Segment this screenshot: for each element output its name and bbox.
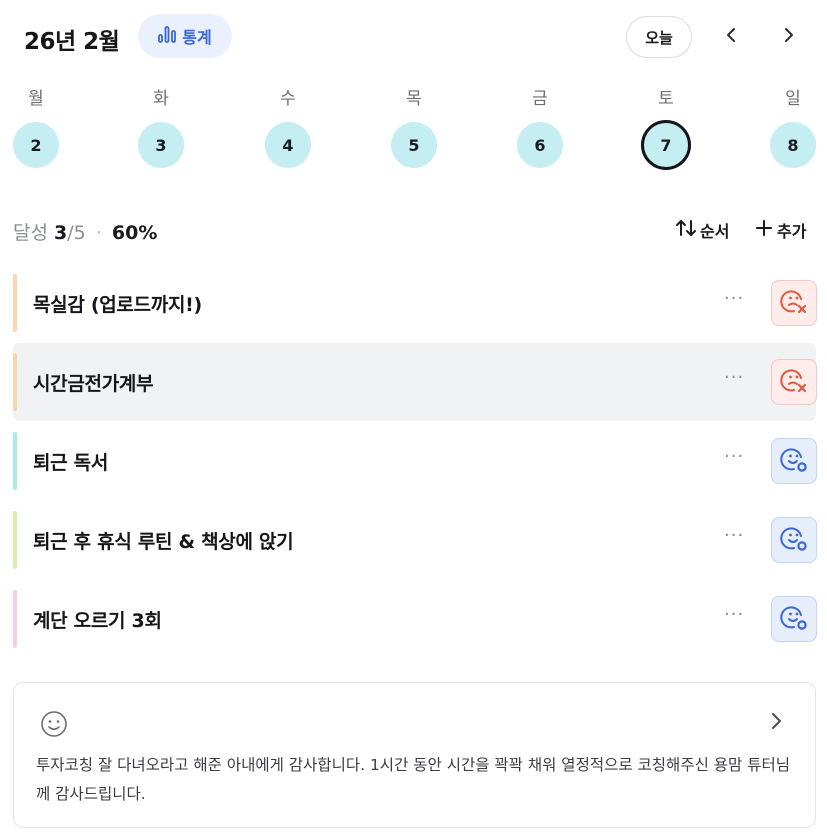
day-cell[interactable]: 6 (517, 122, 563, 168)
stats-button[interactable]: 통계 (138, 14, 232, 58)
sort-arrows-icon (675, 218, 697, 242)
smile-icon (40, 710, 68, 742)
habit-name: 퇴근 독서 (33, 452, 109, 474)
day-cell[interactable]: 4 (265, 122, 311, 168)
summary-label: 달성 (13, 222, 48, 244)
summary-separator: · (95, 222, 102, 244)
calendar-header: 26년 2월 통계 오늘 (0, 0, 827, 76)
more-icon[interactable]: ··· (724, 446, 744, 467)
sad-face-x-icon (779, 286, 809, 320)
more-icon[interactable]: ··· (724, 367, 744, 388)
habit-accent-bar (13, 590, 17, 648)
month-title: 26년 2월 (24, 29, 120, 55)
habit-accent-bar (13, 274, 17, 332)
habit-name: 시간금전가계부 (33, 373, 154, 395)
stats-button-label: 통계 (182, 28, 212, 47)
status-fail-button[interactable] (771, 280, 817, 326)
smile-face-check-icon (779, 523, 809, 557)
gratitude-text: 투자코칭 잘 다녀오라고 해준 아내에게 감사합니다. 1시간 동안 시간을 꽉… (36, 756, 790, 803)
bar-chart-icon (158, 25, 177, 47)
chevron-left-icon (724, 26, 738, 48)
habit-accent-bar (13, 353, 17, 411)
plus-icon (755, 219, 773, 241)
habit-accent-bar (13, 432, 17, 490)
more-icon[interactable]: ··· (724, 288, 744, 309)
next-week-button[interactable] (776, 24, 802, 50)
order-button-label: 순서 (700, 222, 730, 241)
habit-item[interactable]: 시간금전가계부 ··· (13, 343, 817, 421)
add-button-label: 추가 (777, 222, 807, 241)
smile-face-check-icon (779, 602, 809, 636)
habit-name: 계단 오르기 3회 (33, 610, 162, 632)
habit-accent-bar (13, 511, 17, 569)
status-ok-button[interactable] (771, 438, 817, 484)
habit-name: 퇴근 후 휴식 루틴 & 책상에 앉기 (33, 531, 294, 553)
prev-week-button[interactable] (718, 24, 744, 50)
summary-percent: 60% (111, 222, 158, 244)
habit-item[interactable]: 퇴근 후 휴식 루틴 & 책상에 앉기 ··· (13, 501, 817, 579)
weekday-label: 금 (532, 89, 548, 109)
weekday-label: 일 (785, 89, 801, 109)
summary-achieved: 3 (54, 222, 68, 244)
habit-item[interactable]: 계단 오르기 3회 ··· (13, 580, 817, 658)
weekday-label: 목 (406, 89, 422, 109)
today-button[interactable]: 오늘 (626, 16, 692, 58)
summary-total: /5 (67, 222, 86, 244)
gratitude-card[interactable]: 투자코칭 잘 다녀오라고 해준 아내에게 감사합니다. 1시간 동안 시간을 꽉… (13, 682, 816, 828)
day-cell[interactable]: 8 (770, 122, 816, 168)
order-button[interactable]: 순서 (675, 218, 729, 242)
status-fail-button[interactable] (771, 359, 817, 405)
weekday-label: 월 (28, 89, 44, 109)
smile-face-check-icon (779, 444, 809, 478)
sad-face-x-icon (779, 365, 809, 399)
weekday-label: 수 (280, 89, 296, 109)
chevron-right-icon (782, 26, 796, 48)
achievement-summary: 달성 3/5 · 60% (13, 218, 157, 245)
weekday-label: 토 (658, 89, 674, 109)
habit-item[interactable]: 퇴근 독서 ··· (13, 422, 817, 500)
add-habit-button[interactable]: 추가 (755, 218, 806, 242)
day-cell[interactable]: 5 (391, 122, 437, 168)
day-cell[interactable]: 3 (138, 122, 184, 168)
status-ok-button[interactable] (771, 517, 817, 563)
habit-item[interactable]: 목실감 (업로드까지!) ··· (13, 264, 817, 342)
more-icon[interactable]: ··· (724, 604, 744, 625)
day-cell-selected[interactable]: 7 (641, 120, 691, 170)
day-cell[interactable]: 2 (13, 122, 59, 168)
more-icon[interactable]: ··· (724, 525, 744, 546)
habit-name: 목실감 (업로드까지!) (33, 294, 202, 316)
weekday-label: 화 (153, 89, 169, 109)
chevron-right-icon[interactable] (769, 710, 785, 736)
status-ok-button[interactable] (771, 596, 817, 642)
